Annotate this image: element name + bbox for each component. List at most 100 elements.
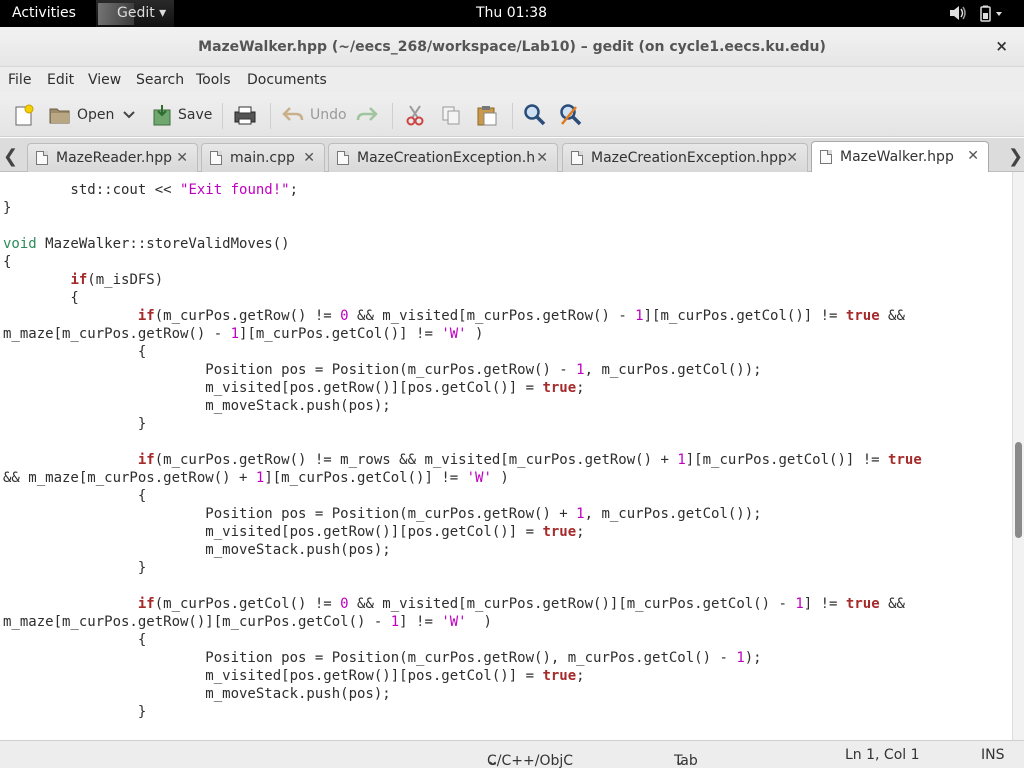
close-tab-icon[interactable]: ✕ — [536, 150, 548, 166]
code-line[interactable]: && m_maze[m_curPos.getRow() + 1][m_curPo… — [3, 469, 1012, 487]
file-icon — [210, 151, 222, 165]
code-line[interactable]: m_visited[pos.getRow()][pos.getCol()] = … — [3, 667, 1012, 685]
find-button[interactable] — [523, 103, 547, 127]
save-icon — [153, 105, 171, 126]
new-document-icon — [15, 104, 34, 126]
tab-main-cpp[interactable]: main.cpp ✕ — [201, 143, 325, 172]
activities-button[interactable]: Activities — [12, 5, 76, 21]
code-line[interactable]: if(m_curPos.getRow() != 0 && m_visited[m… — [3, 307, 1012, 325]
open-button[interactable]: Open — [49, 103, 114, 127]
code-line[interactable]: Position pos = Position(m_curPos.getRow(… — [3, 649, 1012, 667]
undo-label: Undo — [310, 107, 347, 123]
code-line[interactable]: { — [3, 253, 1012, 271]
top-panel: Activities Gedit ▾ Thu 01:38 — [0, 0, 1024, 27]
new-document-button[interactable] — [13, 103, 35, 127]
code-line[interactable]: m_maze[m_curPos.getRow() - 1][m_curPos.g… — [3, 325, 1012, 343]
code-line[interactable]: std::cout << "Exit found!"; — [3, 181, 1012, 199]
find-replace-button[interactable] — [559, 103, 583, 127]
tab-mazereader-hpp[interactable]: MazeReader.hpp ✕ — [27, 143, 198, 172]
redo-icon — [356, 107, 378, 121]
save-label: Save — [178, 107, 213, 123]
tab-mazecreationexception-h[interactable]: MazeCreationException.h ✕ — [328, 143, 558, 172]
tab-mazecreationexception-hpp[interactable]: MazeCreationException.hpp ✕ — [562, 143, 808, 172]
menu-edit[interactable]: Edit — [47, 72, 74, 88]
code-line[interactable]: ​ — [3, 433, 1012, 451]
app-menu-label: Gedit ▾ — [117, 5, 167, 21]
window-title: MazeWalker.hpp (~/eecs_268/workspace/Lab… — [198, 39, 826, 55]
code-line[interactable]: if(m_curPos.getCol() != 0 && m_visited[m… — [3, 595, 1012, 613]
menubar: File Edit View Search Tools Documents — [0, 67, 1024, 93]
code-line[interactable]: { — [3, 631, 1012, 649]
code-text[interactable]: std::cout << "Exit found!";}​void MazeWa… — [0, 172, 1012, 721]
code-line[interactable]: } — [3, 703, 1012, 721]
menu-tools[interactable]: Tools — [196, 72, 231, 88]
file-icon — [36, 151, 48, 165]
cut-button[interactable] — [404, 103, 426, 127]
clock[interactable]: Thu 01:38 — [476, 5, 547, 21]
statusbar: C/C++/ObjC Header ⌄ Tab Width: 8 ⌄ Ln 1,… — [0, 740, 1024, 768]
redo-button[interactable] — [356, 103, 378, 127]
menu-search[interactable]: Search — [136, 72, 184, 88]
menu-documents[interactable]: Documents — [247, 72, 327, 88]
code-line[interactable]: { — [3, 289, 1012, 307]
save-button[interactable]: Save — [152, 103, 212, 127]
undo-button[interactable]: Undo — [282, 103, 347, 127]
close-tab-icon[interactable]: ✕ — [967, 148, 979, 164]
close-window-button[interactable]: × — [995, 37, 1008, 55]
vertical-scrollbar[interactable] — [1012, 172, 1024, 740]
code-line[interactable]: m_maze[m_curPos.getRow()][m_curPos.getCo… — [3, 613, 1012, 631]
code-line[interactable]: ​ — [3, 577, 1012, 595]
toolbar-separator — [270, 103, 271, 129]
code-line[interactable]: ​ — [3, 217, 1012, 235]
print-button[interactable] — [233, 103, 257, 127]
code-line[interactable]: void MazeWalker::storeValidMoves() — [3, 235, 1012, 253]
code-line[interactable]: Position pos = Position(m_curPos.getRow(… — [3, 505, 1012, 523]
chevron-down-icon: ⌄ — [487, 753, 499, 768]
volume-icon[interactable] — [949, 5, 967, 21]
code-line[interactable]: m_visited[pos.getRow()][pos.getCol()] = … — [3, 379, 1012, 397]
folder-icon — [49, 108, 70, 124]
tab-label: MazeWalker.hpp — [840, 149, 954, 165]
menu-view[interactable]: View — [88, 72, 121, 88]
cut-icon — [406, 105, 424, 126]
code-line[interactable]: m_visited[pos.getRow()][pos.getCol()] = … — [3, 523, 1012, 541]
close-tab-icon[interactable]: ✕ — [176, 150, 188, 166]
tab-mazewalker-hpp[interactable]: MazeWalker.hpp ✕ — [811, 141, 989, 172]
search-icon — [524, 104, 546, 126]
find-replace-icon — [560, 104, 582, 126]
code-line[interactable]: m_moveStack.push(pos); — [3, 541, 1012, 559]
code-line[interactable]: } — [3, 415, 1012, 433]
toolbar-separator — [512, 103, 513, 129]
code-line[interactable]: { — [3, 343, 1012, 361]
code-line[interactable]: } — [3, 199, 1012, 217]
document-tabs: ❮ MazeReader.hpp ✕ main.cpp ✕ MazeCreati… — [0, 138, 1024, 172]
app-menu[interactable]: Gedit ▾ — [96, 0, 175, 27]
code-line[interactable]: } — [3, 559, 1012, 577]
system-menu-icon[interactable] — [978, 5, 1006, 22]
code-line[interactable]: m_moveStack.push(pos); — [3, 397, 1012, 415]
undo-icon — [282, 107, 304, 121]
chevron-down-icon: ⌄ — [674, 753, 686, 768]
recent-files-dropdown[interactable] — [123, 103, 135, 127]
code-editor[interactable]: std::cout << "Exit found!";}​void MazeWa… — [0, 172, 1012, 740]
close-tab-icon[interactable]: ✕ — [786, 150, 798, 166]
file-icon — [571, 151, 583, 165]
close-tab-icon[interactable]: ✕ — [303, 150, 315, 166]
tab-scroll-left-icon[interactable]: ❮ — [3, 146, 18, 167]
code-line[interactable]: if(m_isDFS) — [3, 271, 1012, 289]
code-line[interactable]: if(m_curPos.getRow() != m_rows && m_visi… — [3, 451, 1012, 469]
code-line[interactable]: Position pos = Position(m_curPos.getRow(… — [3, 361, 1012, 379]
paste-button[interactable] — [476, 103, 498, 127]
language-label: C/C++/ObjC Header — [487, 753, 574, 768]
code-line[interactable]: m_moveStack.push(pos); — [3, 685, 1012, 703]
window-titlebar: MazeWalker.hpp (~/eecs_268/workspace/Lab… — [0, 27, 1024, 67]
tab-label: MazeCreationException.hpp — [591, 150, 787, 166]
scrollbar-thumb[interactable] — [1015, 442, 1022, 538]
file-icon — [820, 150, 832, 164]
copy-button[interactable] — [440, 103, 462, 127]
code-line[interactable]: { — [3, 487, 1012, 505]
menu-file[interactable]: File — [8, 72, 31, 88]
copy-icon — [442, 106, 460, 125]
insert-mode: INS — [981, 747, 1005, 763]
tab-scroll-right-icon[interactable]: ❯ — [1008, 146, 1023, 167]
